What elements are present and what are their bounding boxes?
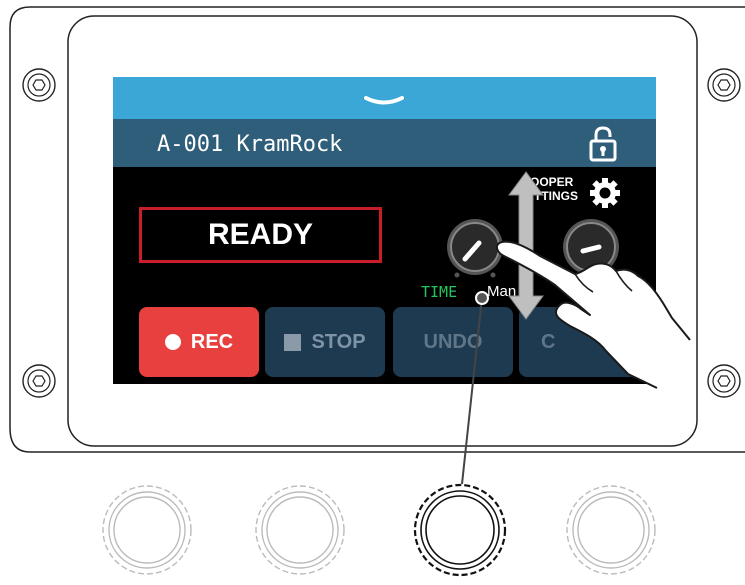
- gesture-overlay: [461, 171, 691, 485]
- callout-line: [461, 291, 489, 485]
